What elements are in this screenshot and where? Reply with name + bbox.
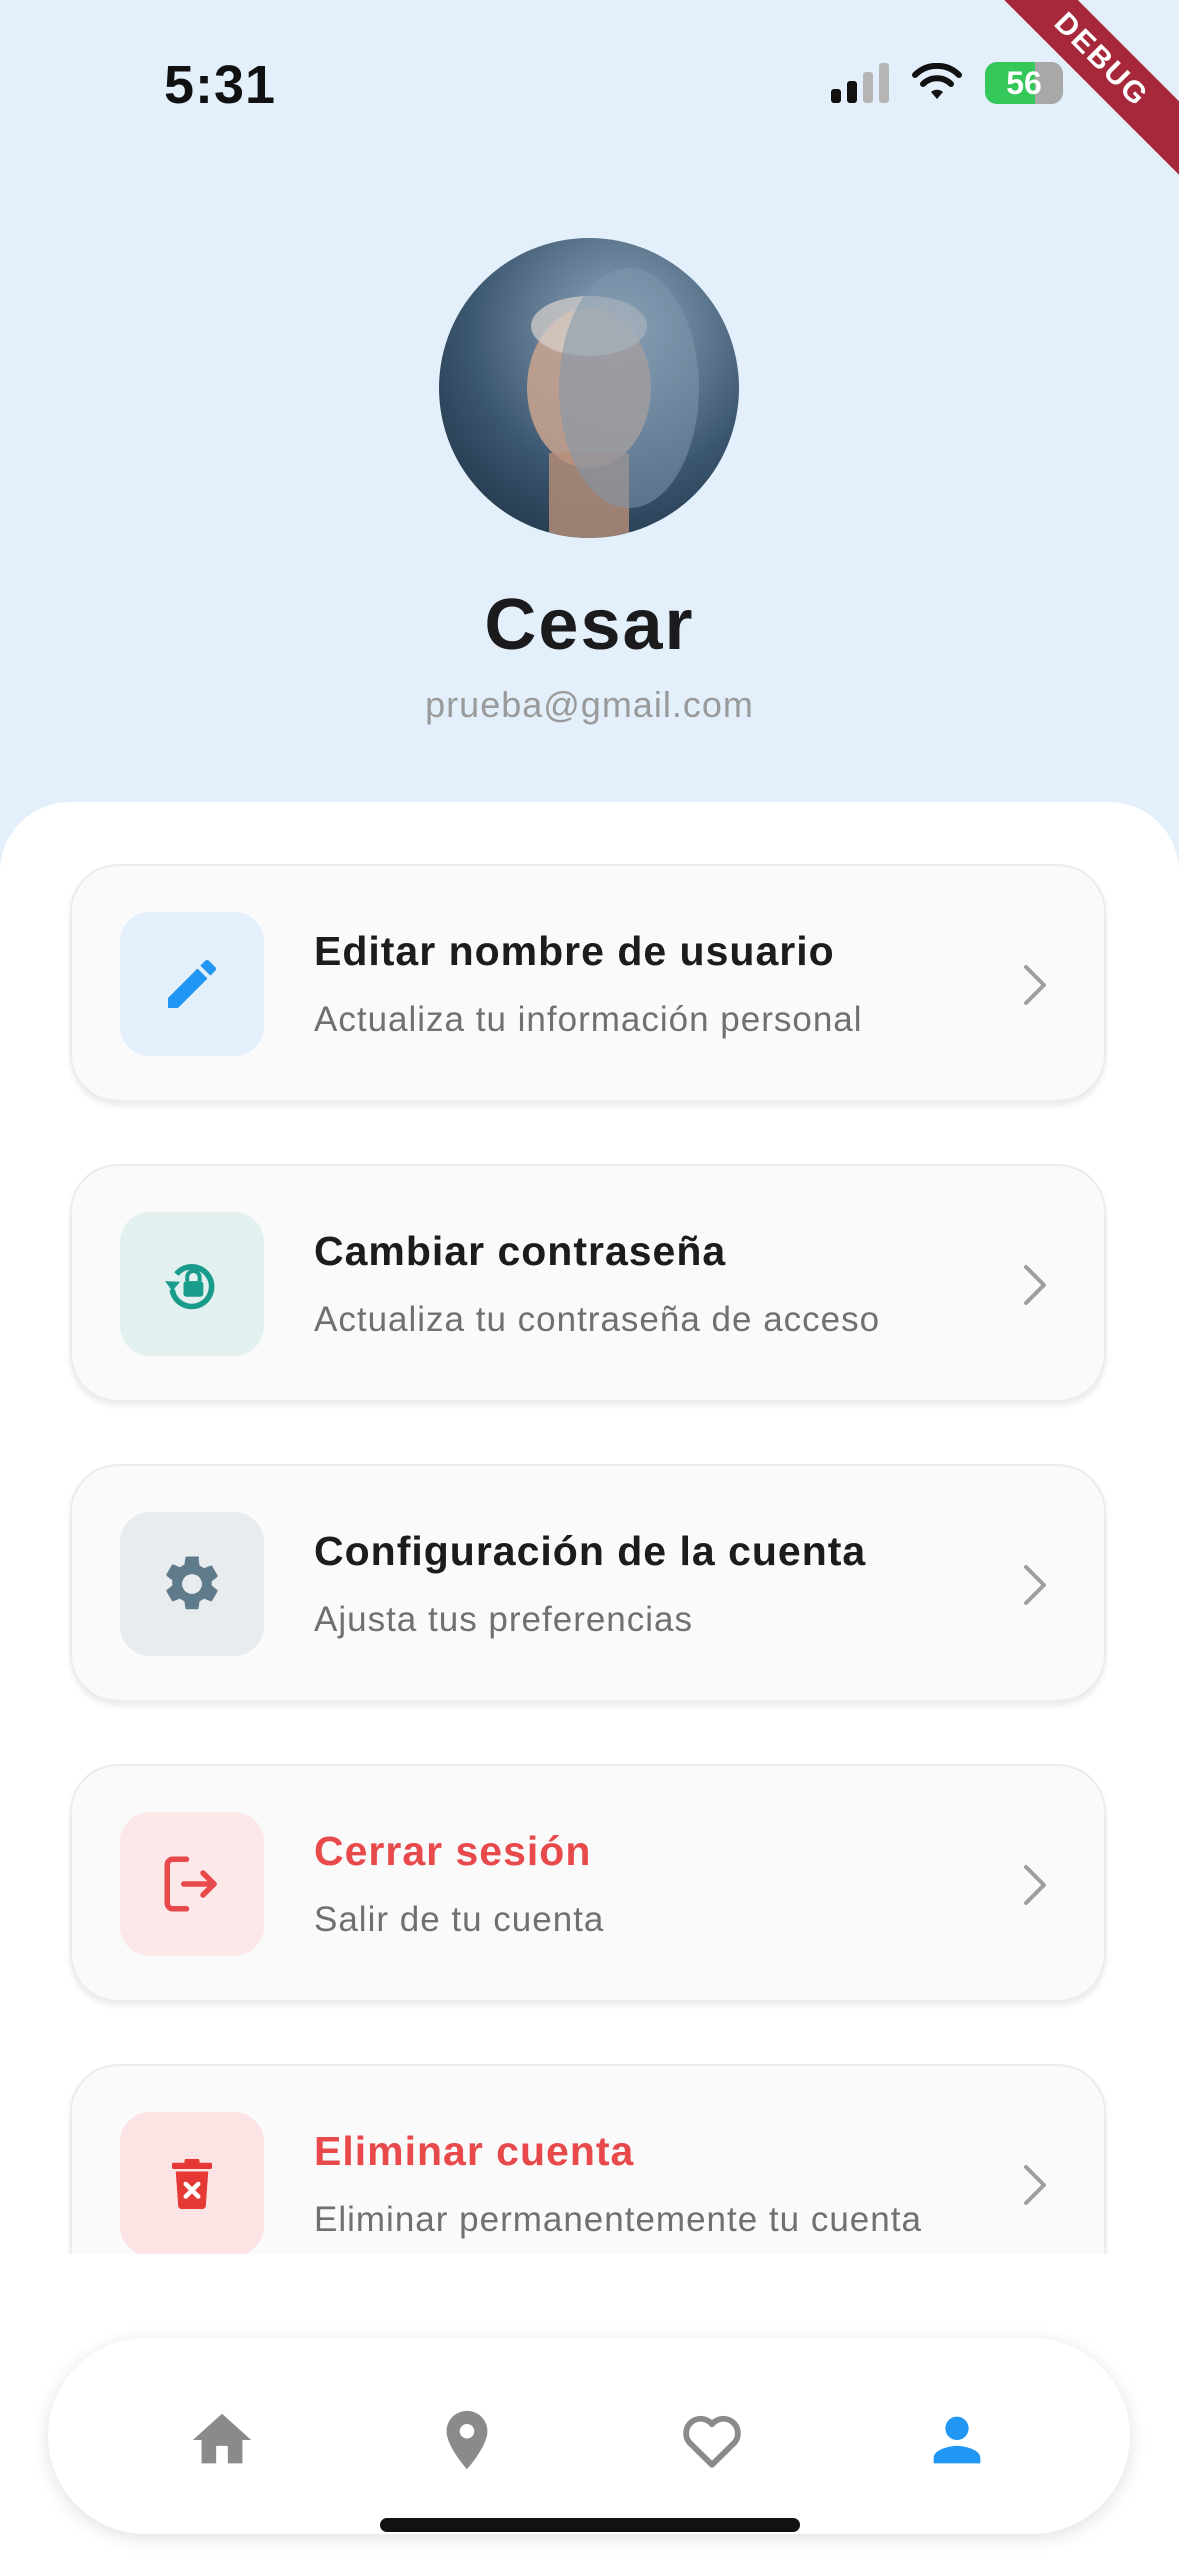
menu-item-subtitle: Salir de tu cuenta	[314, 1900, 605, 1939]
avatar[interactable]	[439, 238, 739, 538]
menu-item-title: Eliminar cuenta	[314, 2128, 635, 2174]
menu-item-title: Configuración de la cuenta	[314, 1528, 867, 1574]
chevron-right-icon	[1024, 1565, 1046, 1605]
status-icons: 56	[831, 62, 1063, 104]
menu-list[interactable]: Editar nombre de usuario Actualiza tu in…	[0, 802, 1179, 2254]
menu-item-subtitle: Actualiza tu información personal	[314, 1000, 863, 1039]
menu-item-subtitle: Ajusta tus preferencias	[314, 1600, 694, 1639]
avatar-portrait	[527, 268, 699, 538]
chevron-right-icon	[1024, 1865, 1046, 1905]
battery-indicator: 56	[985, 62, 1063, 104]
menu-item-title: Cambiar contraseña	[314, 1228, 727, 1274]
menu-item-title: Cerrar sesión	[314, 1828, 592, 1874]
chevron-right-icon	[1024, 965, 1046, 1005]
person-icon	[933, 2416, 981, 2464]
menu-item-delete-account[interactable]: Eliminar cuenta Eliminar permanentemente…	[70, 2064, 1106, 2254]
profile-sheet: Editar nombre de usuario Actualiza tu in…	[0, 802, 1179, 2556]
menu-item-subtitle: Actualiza tu contraseña de acceso	[314, 1300, 881, 1339]
profile-email: prueba@gmail.com	[425, 684, 754, 725]
chevron-right-icon	[1024, 1265, 1046, 1305]
nav-profile[interactable]	[917, 2400, 997, 2480]
menu-item-account-settings[interactable]: Configuración de la cuenta Ajusta tus pr…	[70, 1464, 1106, 1702]
logout-icon	[120, 1812, 264, 1956]
chevron-right-icon	[1024, 2165, 1046, 2205]
lock-reset-icon	[120, 1212, 264, 1356]
location-pin-icon	[446, 2410, 488, 2470]
signal-icon	[831, 63, 889, 103]
nav-favorites[interactable]	[672, 2400, 752, 2480]
menu-item-subtitle: Eliminar permanentemente tu cuenta	[314, 2200, 922, 2239]
status-time: 5:31	[164, 55, 277, 115]
home-icon	[192, 2413, 252, 2464]
battery-level: 56	[1006, 64, 1042, 101]
gear-icon	[120, 1512, 264, 1656]
menu-item-edit-username[interactable]: Editar nombre de usuario Actualiza tu in…	[70, 864, 1106, 1102]
nav-location[interactable]	[427, 2400, 507, 2480]
menu-item-logout[interactable]: Cerrar sesión Salir de tu cuenta	[70, 1764, 1106, 2002]
menu-item-change-password[interactable]: Cambiar contraseña Actualiza tu contrase…	[70, 1164, 1106, 1402]
home-indicator	[380, 2518, 800, 2532]
wifi-icon	[912, 63, 962, 99]
menu-item-title: Editar nombre de usuario	[314, 928, 835, 974]
bottom-navigation	[48, 2338, 1130, 2534]
pencil-icon	[120, 912, 264, 1056]
profile-name: Cesar	[484, 585, 695, 665]
nav-home[interactable]	[182, 2400, 262, 2480]
heart-icon	[683, 2415, 741, 2468]
trash-icon	[120, 2112, 264, 2254]
